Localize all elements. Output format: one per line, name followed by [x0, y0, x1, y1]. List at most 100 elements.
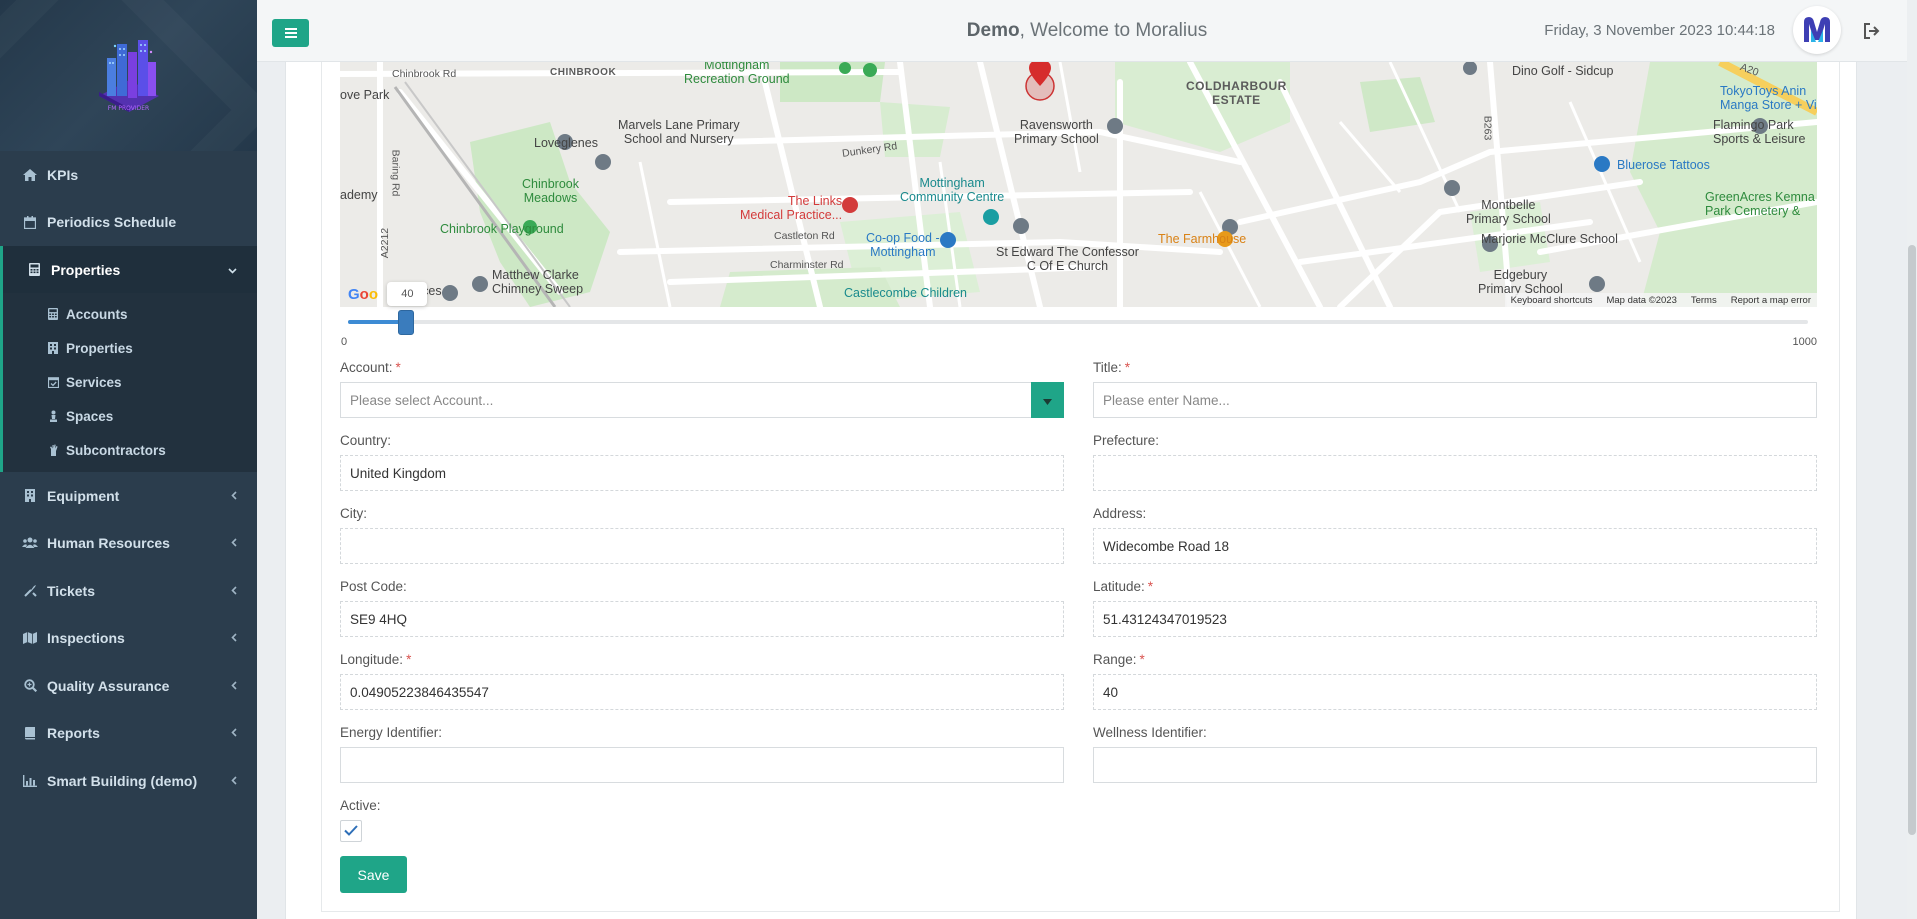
map-label: Baring Rd [389, 149, 402, 197]
map-footer-link[interactable]: Keyboard shortcuts [1511, 295, 1593, 306]
building-icon [21, 489, 39, 503]
sidebar-subitem-label: Services [66, 374, 122, 390]
save-button[interactable]: Save [340, 856, 407, 893]
sidebar-subitem-subcontractors[interactable]: Subcontractors [3, 433, 257, 467]
logout-icon[interactable] [1863, 22, 1881, 40]
active-checkbox[interactable] [340, 820, 362, 842]
account-input[interactable] [340, 382, 1064, 418]
energy-identifier-input[interactable] [340, 747, 1064, 783]
sidebar-item-inspections[interactable]: Inspections [0, 615, 257, 663]
title-input[interactable] [1093, 382, 1817, 418]
longitude-input[interactable] [340, 674, 1064, 710]
slider-track[interactable] [348, 320, 1808, 324]
hand-icon [46, 444, 60, 456]
slider-value-bubble: 40 [387, 282, 428, 306]
page-scrollbar[interactable] [1907, 0, 1917, 919]
post-code-label: Post Code: [340, 579, 407, 594]
map-label: Mottingham Community Centre [900, 176, 1005, 205]
map-label: Ravensworth Primary School [1014, 118, 1099, 147]
range-slider[interactable]: 40 0 1000 [340, 282, 1817, 350]
sidebar-subitem-services[interactable]: Services [3, 365, 257, 399]
slider-min-label: 0 [341, 336, 348, 348]
sidebar-subitem-label: Subcontractors [66, 442, 166, 458]
sidebar-subitem-label: Accounts [66, 306, 128, 322]
book-icon [21, 726, 39, 740]
account-field: Account: * [340, 360, 1064, 418]
chevron-left-icon [231, 489, 237, 503]
building-icon [46, 342, 60, 354]
map-label: Mottingham Recreation Ground [684, 62, 790, 87]
tools-icon [21, 584, 39, 597]
latitude-input[interactable] [1093, 601, 1817, 637]
sidebar-item-periodics-schedule[interactable]: Periodics Schedule [0, 199, 257, 247]
wellness-identifier-label: Wellness Identifier: [1093, 725, 1207, 740]
sidebar-subitem-properties[interactable]: Properties [3, 331, 257, 365]
map-label: Charminster Rd [770, 259, 844, 271]
energy-identifier-label: Energy Identifier: [340, 725, 443, 740]
moralius-logo-icon [1804, 17, 1830, 42]
calculator-icon [46, 308, 60, 320]
calculator-icon [25, 263, 43, 276]
slider-handle[interactable]: 40 [387, 282, 428, 335]
city-label: City: [340, 506, 367, 521]
longitude-field: Longitude: * [340, 652, 1064, 710]
slider-max-label: 1000 [1792, 336, 1817, 348]
address-label: Address: [1093, 506, 1147, 521]
map-label: Chinbrook Meadows [522, 177, 579, 206]
caret-down-icon [1043, 393, 1052, 408]
latitude-label: Latitude: * [1093, 579, 1154, 594]
sidebar-item-reports[interactable]: Reports [0, 710, 257, 758]
chevron-left-icon [231, 679, 237, 693]
wellness-identifier-input[interactable] [1093, 747, 1817, 783]
current-datetime: Friday, 3 November 2023 10:44:18 [1544, 22, 1775, 39]
sidebar-item-label: Properties [51, 261, 121, 278]
longitude-label: Longitude: * [340, 652, 412, 667]
logo-caption: FM PROVIDER [107, 104, 150, 112]
map-label: ademy [340, 188, 378, 202]
sidebar-item-tickets[interactable]: Tickets [0, 567, 257, 615]
sidebar-item-quality-assurance[interactable]: Quality Assurance [0, 662, 257, 710]
sidebar-item-properties[interactable]: Properties [0, 246, 257, 293]
map-footer-link[interactable]: Terms [1691, 295, 1717, 306]
sidebar-subitem-accounts[interactable]: Accounts [3, 297, 257, 331]
chevron-left-icon [231, 584, 237, 598]
welcome-text: , Welcome to Moralius [1019, 20, 1208, 41]
prefecture-field: Prefecture: [1093, 433, 1817, 491]
city-field: City: [340, 506, 1064, 564]
latitude-field: Latitude: * [1093, 579, 1817, 637]
scrollbar-thumb[interactable] [1908, 245, 1916, 835]
map-label: COLDHARBOUR ESTATE [1186, 79, 1287, 107]
range-input[interactable] [1093, 674, 1817, 710]
sidebar-item-human-resources[interactable]: Human Resources [0, 520, 257, 568]
country-field: Country: [340, 433, 1064, 491]
wellness-identifier-field: Wellness Identifier: [1093, 725, 1817, 783]
address-input[interactable] [1093, 528, 1817, 564]
city-input[interactable] [340, 528, 1064, 564]
location-map[interactable]: Chinbrook Rd CHINBROOK Mottingham Recrea… [340, 62, 1817, 307]
sidebar-item-equipment[interactable]: Equipment [0, 472, 257, 520]
avatar[interactable] [1793, 6, 1841, 54]
account-select[interactable] [340, 382, 1064, 418]
menu-toggle-button[interactable] [272, 19, 309, 47]
prefecture-input[interactable] [1093, 455, 1817, 491]
country-input[interactable] [340, 455, 1064, 491]
sidebar-subitem-spaces[interactable]: Spaces [3, 399, 257, 433]
sidebar-item-kpis[interactable]: KPIs [0, 151, 257, 199]
map-footer-link[interactable]: Report a map error [1731, 295, 1811, 306]
map-label: The Farmhouse [1158, 232, 1247, 246]
range-label: Range: * [1093, 652, 1145, 667]
map-label: B263 [1481, 115, 1494, 141]
users-icon [21, 537, 39, 549]
properties-submenu: Accounts Properties Services Spaces Subc… [0, 293, 257, 472]
checkmark-icon [344, 823, 358, 839]
active-field: Active: [340, 798, 540, 842]
post-code-input[interactable] [340, 601, 1064, 637]
title-label: Title: * [1093, 360, 1131, 375]
chevron-down-icon [228, 263, 237, 277]
calendar-check-icon [46, 376, 60, 388]
calendar-icon [21, 215, 39, 229]
company-logo[interactable]: FM PROVIDER [91, 34, 167, 114]
sidebar-item-smart-building[interactable]: Smart Building (demo) [0, 757, 257, 805]
account-dropdown-button[interactable] [1031, 382, 1064, 418]
sidebar-item-label: KPIs [47, 166, 79, 183]
